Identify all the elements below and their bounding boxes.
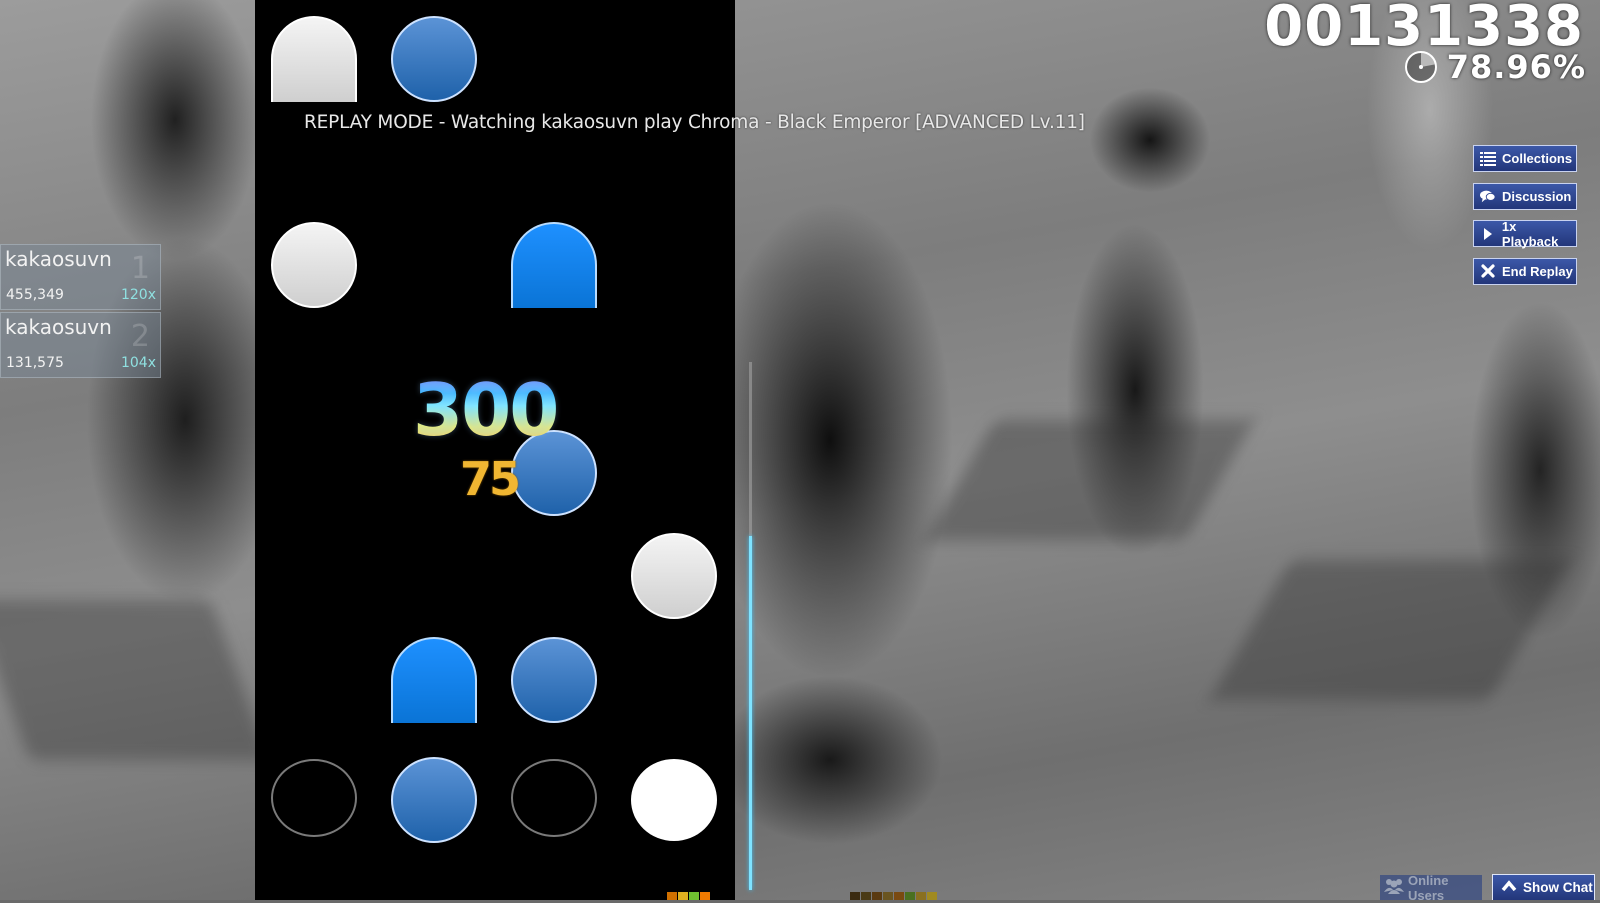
combo-counter: 75 [460, 452, 521, 506]
key-receptor [511, 759, 597, 837]
pie-center [1419, 65, 1423, 69]
replay-mode-label: REPLAY MODE - Watching kakaosuvn play Ch… [304, 112, 1085, 133]
online-users-label: Online Users [1408, 872, 1449, 903]
background-image [0, 0, 1600, 900]
hold-note-head [511, 222, 597, 308]
end-replay-button[interactable]: End Replay [1473, 257, 1577, 285]
show-chat-button[interactable]: Show Chat [1492, 874, 1595, 900]
hit-light [678, 892, 688, 900]
hit-error-lights [850, 892, 937, 900]
playfield: 300 75 [255, 0, 735, 900]
key-receptor-pressed [631, 759, 717, 841]
playback-speed-button[interactable]: 1x Playback [1473, 218, 1577, 249]
close-icon [1480, 264, 1496, 278]
hit-light [689, 892, 699, 900]
playback-label: 1x Playback [1501, 218, 1559, 249]
chevron-up-icon [1501, 880, 1517, 895]
users-icon [1384, 878, 1404, 897]
hit-light [916, 892, 926, 900]
hit-light [872, 892, 882, 900]
note [271, 222, 357, 308]
player-combo: 120x [120, 287, 156, 303]
hit-light [850, 892, 860, 900]
play-icon [1480, 227, 1496, 241]
replay-side-buttons: Collections Discussion 1x Playback End R… [1473, 145, 1577, 295]
online-users-button[interactable]: Online Users [1380, 872, 1482, 903]
hit-light [667, 892, 677, 900]
note [391, 16, 477, 102]
leaderboard-entry: kakaosuvn 2 131,575 104x [0, 312, 161, 378]
map-progress-fill [749, 536, 752, 890]
key-receptor-pressed [391, 757, 477, 843]
collections-button[interactable]: Collections [1473, 145, 1577, 172]
discussion-label: Discussion [1502, 188, 1572, 204]
rank-number: 1 [130, 251, 150, 286]
player-combo: 104x [120, 355, 156, 371]
player-score: 131,575 [6, 355, 64, 371]
discussion-button[interactable]: Discussion [1473, 182, 1577, 210]
hit-light [894, 892, 904, 900]
speech-bubbles-icon [1480, 189, 1496, 203]
hit-light [883, 892, 893, 900]
player-score: 455,349 [6, 287, 64, 303]
judgement-text: 300 [413, 368, 559, 452]
hit-light [905, 892, 915, 900]
song-progress-pie [1405, 51, 1437, 83]
show-chat-label: Show Chat [1523, 880, 1593, 895]
note [631, 533, 717, 619]
collections-label: Collections [1502, 151, 1573, 166]
player-name: kakaosuvn [5, 247, 112, 271]
player-name: kakaosuvn [5, 315, 112, 339]
hit-lights [667, 892, 710, 900]
leaderboard: kakaosuvn 1 455,349 120x kakaosuvn 2 131… [0, 244, 161, 380]
hit-light [700, 892, 710, 900]
end-replay-label: End Replay [1502, 263, 1573, 279]
hit-light [927, 892, 937, 900]
hit-light [861, 892, 871, 900]
note [511, 637, 597, 723]
list-icon [1480, 151, 1496, 166]
hold-note-head [271, 16, 357, 102]
accuracy-display: 78.96% [1446, 48, 1586, 86]
rank-number: 2 [130, 319, 150, 354]
hold-note-head [391, 637, 477, 723]
key-receptor [271, 759, 357, 837]
leaderboard-entry: kakaosuvn 1 455,349 120x [0, 244, 161, 310]
map-progress-bar [749, 362, 752, 890]
